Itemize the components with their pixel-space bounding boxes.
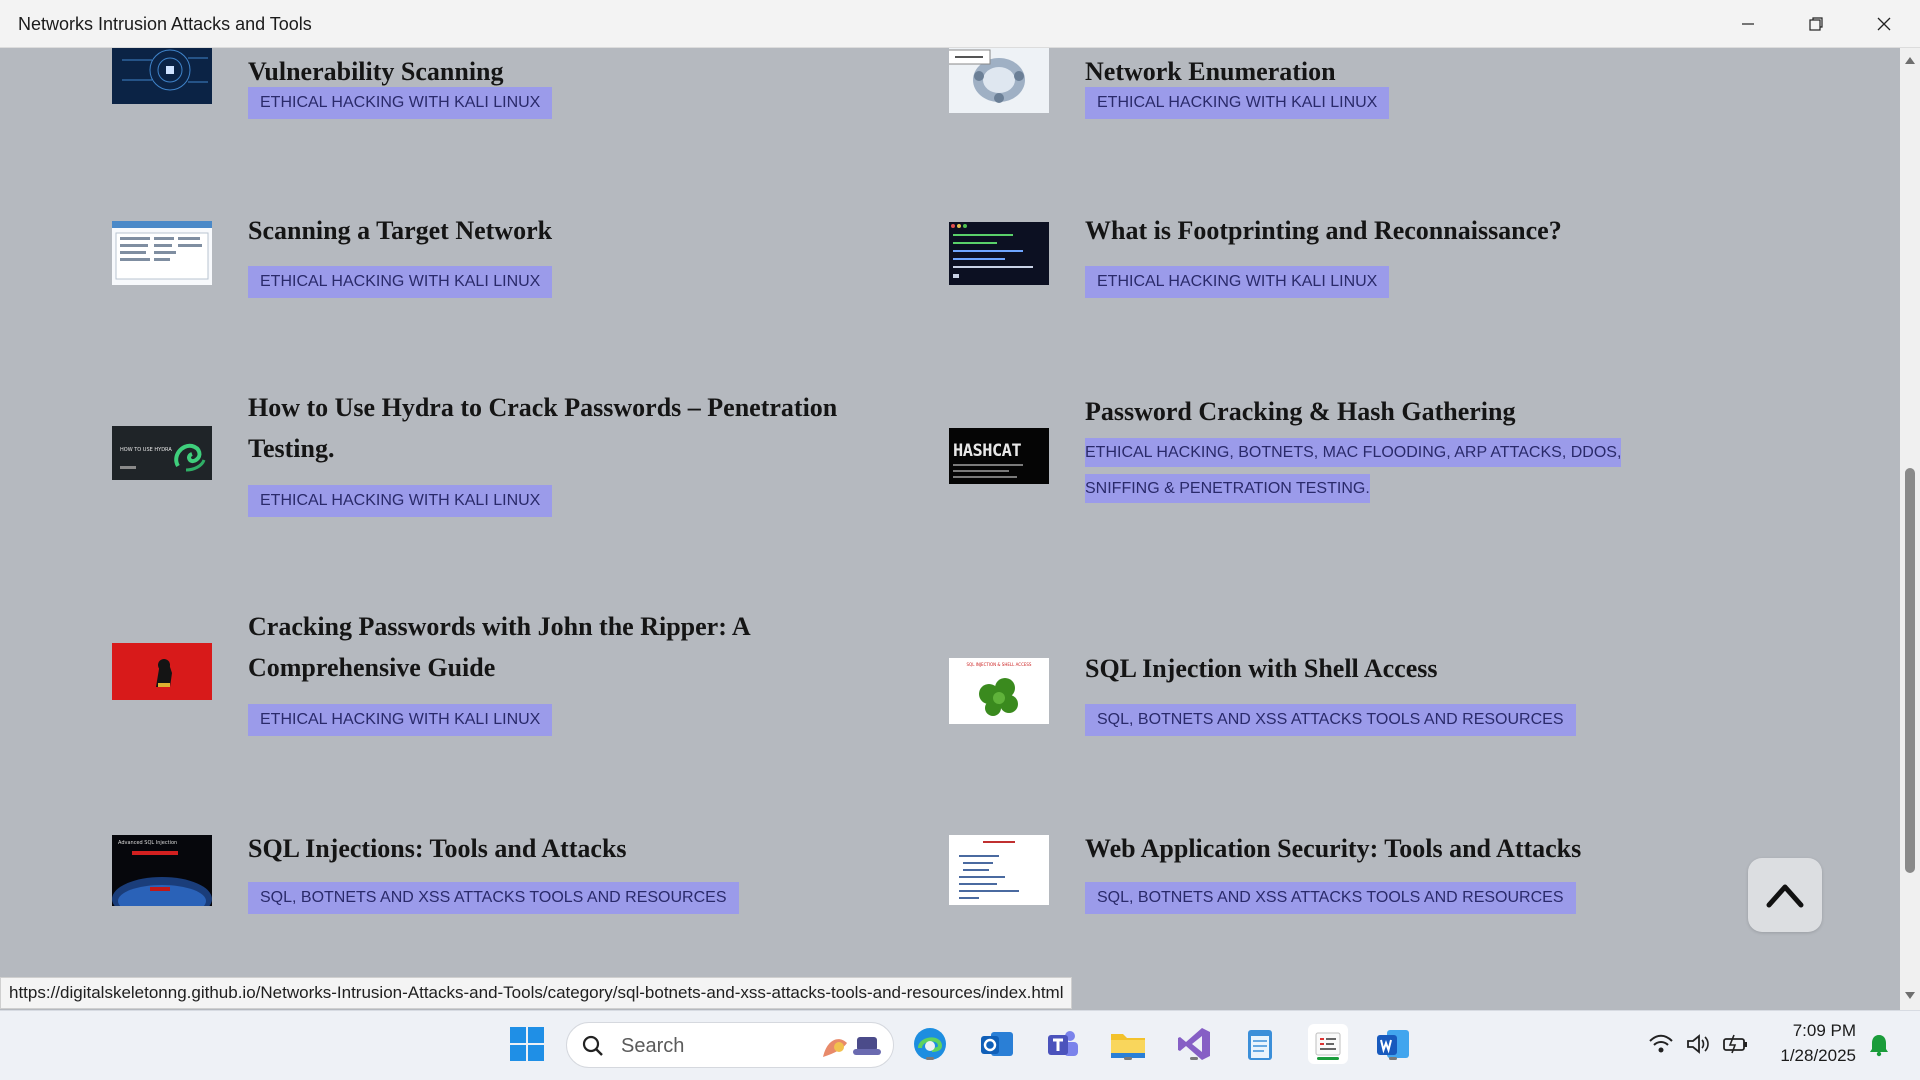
- post-category-tag[interactable]: ETHICAL HACKING, BOTNETS, MAC FLOODING, …: [1085, 435, 1665, 507]
- vertical-scrollbar[interactable]: [1900, 48, 1920, 1010]
- post-title[interactable]: Web Application Security: Tools and Atta…: [1085, 828, 1581, 869]
- search-highlight-icon: [823, 1037, 881, 1057]
- link-status-url: https://digitalskeletonng.github.io/Netw…: [0, 977, 1073, 1009]
- outlook-icon: [981, 1032, 1013, 1056]
- close-icon: [1877, 17, 1891, 31]
- minimize-icon: [1742, 23, 1754, 25]
- scanning-network-image: [112, 221, 212, 285]
- post-category-tag-text: ETHICAL HACKING, BOTNETS, MAC FLOODING, …: [1085, 438, 1622, 503]
- window-title: Networks Intrusion Attacks and Tools: [18, 14, 312, 34]
- post-title[interactable]: SQL Injections: Tools and Attacks: [248, 828, 627, 869]
- notepad-icon: [1248, 1030, 1272, 1060]
- taskbar: Search 7:09 PM 1/28/2025: [0, 1010, 1920, 1080]
- post-thumbnail[interactable]: HASHCAT: [949, 428, 1049, 484]
- back-to-top-button[interactable]: [1748, 858, 1822, 932]
- post-title[interactable]: Vulnerability Scanning: [248, 51, 504, 92]
- sql-shell-thumb-caption: SQL INJECTION & SHELL ACCESS: [967, 662, 1032, 667]
- battery-icon[interactable]: [1722, 1033, 1750, 1055]
- post-category-tag[interactable]: ETHICAL HACKING WITH KALI LINUX: [1085, 266, 1390, 298]
- running-indicator: [926, 1057, 934, 1060]
- john-the-ripper-image: [112, 643, 212, 700]
- restore-icon: [1809, 17, 1823, 31]
- taskbar-search[interactable]: Search: [566, 1022, 894, 1068]
- post-thumbnail[interactable]: Advanced SQL Injection: [112, 835, 212, 906]
- post-category-tag[interactable]: ETHICAL HACKING WITH KALI LINUX: [248, 485, 553, 517]
- taskbar-outlook[interactable]: [977, 1024, 1017, 1064]
- hashcat-thumb-caption: HASHCAT: [953, 441, 1021, 461]
- post-thumbnail[interactable]: HOW TO USE HYDRA: [112, 426, 212, 480]
- taskbar-notepad[interactable]: [1240, 1024, 1280, 1064]
- taskbar-teams[interactable]: [1042, 1024, 1082, 1064]
- sql-injections-thumb-caption: Advanced SQL Injection: [118, 840, 177, 846]
- post-thumbnail[interactable]: [112, 221, 212, 285]
- post-list: Vulnerability Scanning ETHICAL HACKING W…: [0, 48, 1900, 1010]
- app-document-icon: [1315, 1032, 1341, 1056]
- post-thumbnail[interactable]: [112, 48, 212, 104]
- web-app-security-image: [949, 835, 1049, 905]
- post-thumbnail[interactable]: SQL INJECTION & SHELL ACCESS: [949, 658, 1049, 724]
- search-label: Search: [621, 1035, 685, 1057]
- scroll-down-icon[interactable]: [1904, 990, 1916, 1002]
- close-button[interactable]: [1850, 0, 1918, 48]
- sql-injections-image: Advanced SQL Injection: [112, 835, 212, 906]
- title-bar: Networks Intrusion Attacks and Tools: [0, 0, 1920, 48]
- wifi-icon[interactable]: [1648, 1033, 1674, 1055]
- post-thumbnail[interactable]: [949, 222, 1049, 285]
- scroll-up-icon[interactable]: [1904, 54, 1916, 66]
- running-indicator: [1190, 1057, 1198, 1060]
- network-enumeration-image: [949, 48, 1049, 113]
- post-category-tag[interactable]: SQL, BOTNETS AND XSS ATTACKS TOOLS AND R…: [1085, 882, 1576, 914]
- teams-icon: [1048, 1031, 1078, 1056]
- volume-icon[interactable]: [1686, 1033, 1710, 1055]
- taskbar-active-app[interactable]: [1308, 1024, 1348, 1064]
- post-title[interactable]: How to Use Hydra to Crack Passwords – Pe…: [248, 387, 888, 469]
- post-category-tag[interactable]: ETHICAL HACKING WITH KALI LINUX: [248, 87, 553, 119]
- restore-button[interactable]: [1782, 0, 1850, 48]
- taskbar-visual-studio[interactable]: [1174, 1024, 1214, 1064]
- post-thumbnail[interactable]: [112, 643, 212, 700]
- chevron-up-icon: [1766, 884, 1804, 908]
- post-title[interactable]: What is Footprinting and Reconnaissance?: [1085, 210, 1562, 251]
- post-title[interactable]: Network Enumeration: [1085, 51, 1336, 92]
- minimize-button[interactable]: [1714, 0, 1782, 48]
- terminal-recon-image: [949, 222, 1049, 285]
- hydra-thumb-caption: HOW TO USE HYDRA: [120, 447, 172, 453]
- running-indicator: [1124, 1057, 1132, 1060]
- post-category-tag[interactable]: ETHICAL HACKING WITH KALI LINUX: [248, 704, 553, 736]
- post-category-tag[interactable]: SQL, BOTNETS AND XSS ATTACKS TOOLS AND R…: [1085, 704, 1576, 736]
- taskbar-file-explorer[interactable]: [1108, 1024, 1148, 1064]
- post-thumbnail[interactable]: [949, 48, 1049, 113]
- notification-bell-icon[interactable]: [1868, 1033, 1890, 1057]
- post-category-tag[interactable]: SQL, BOTNETS AND XSS ATTACKS TOOLS AND R…: [248, 882, 739, 914]
- start-button[interactable]: [507, 1024, 547, 1064]
- post-thumbnail[interactable]: [949, 835, 1049, 905]
- clock-date[interactable]: 1/28/2025: [1760, 1046, 1856, 1066]
- running-indicator: [1389, 1057, 1397, 1060]
- clock-time[interactable]: 7:09 PM: [1760, 1021, 1856, 1041]
- active-indicator: [1317, 1057, 1339, 1060]
- vulnerability-scan-image: [112, 48, 212, 104]
- windows-logo-icon: [510, 1027, 544, 1061]
- sql-shell-image: SQL INJECTION & SHELL ACCESS: [949, 658, 1049, 724]
- search-icon: [582, 1035, 603, 1056]
- post-title[interactable]: Password Cracking & Hash Gathering: [1085, 391, 1515, 432]
- post-title[interactable]: Cracking Passwords with John the Ripper:…: [248, 606, 848, 688]
- hydra-image: HOW TO USE HYDRA: [112, 426, 212, 480]
- post-title[interactable]: Scanning a Target Network: [248, 210, 552, 251]
- taskbar-word[interactable]: [1373, 1024, 1413, 1064]
- post-title[interactable]: SQL Injection with Shell Access: [1085, 648, 1437, 689]
- post-category-tag[interactable]: ETHICAL HACKING WITH KALI LINUX: [248, 266, 553, 298]
- post-category-tag[interactable]: ETHICAL HACKING WITH KALI LINUX: [1085, 87, 1390, 119]
- scrollbar-thumb[interactable]: [1905, 468, 1915, 873]
- taskbar-edge[interactable]: [910, 1024, 950, 1064]
- hashcat-image: HASHCAT: [949, 428, 1049, 484]
